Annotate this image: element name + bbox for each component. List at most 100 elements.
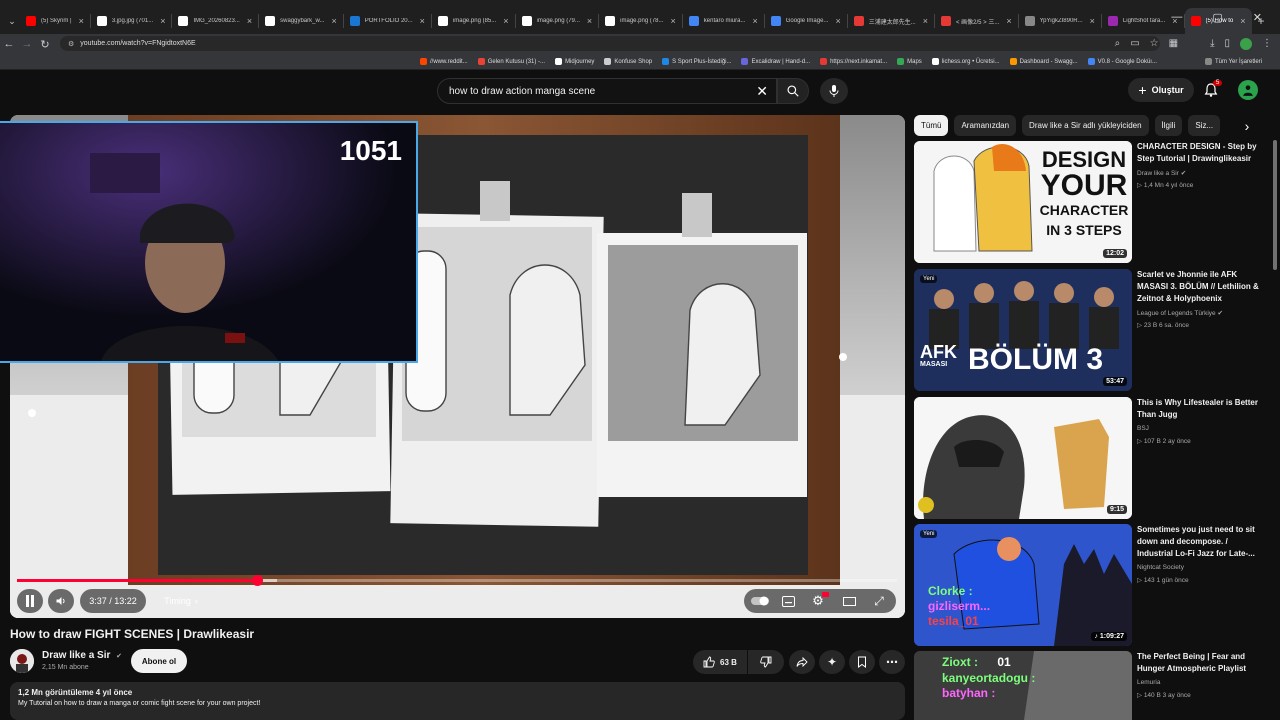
browser-tab[interactable]: 三浦建太郎先生... × bbox=[848, 8, 934, 34]
filter-chip[interactable]: Tümü bbox=[914, 115, 949, 136]
tab-favicon-icon bbox=[26, 16, 36, 26]
close-window-icon[interactable]: ✕ bbox=[1253, 11, 1262, 24]
dislike-button[interactable] bbox=[748, 650, 784, 674]
bookmark-item[interactable]: //www.reddit... bbox=[420, 58, 468, 65]
browser-tab[interactable]: PORTFOLIO 20... × bbox=[344, 8, 431, 34]
cast-icon[interactable]: ▭ bbox=[1130, 38, 1139, 49]
filter-chip[interactable]: Aramanızdan bbox=[954, 115, 1017, 136]
browser-tab[interactable]: Google Image... × bbox=[765, 8, 847, 34]
browser-tab[interactable]: (5) Skyrim | × bbox=[20, 8, 90, 34]
tab-title: image.png (85... bbox=[452, 18, 497, 24]
download-icon[interactable]: ⤓ bbox=[1210, 38, 1214, 49]
tab-close-icon[interactable]: × bbox=[752, 16, 757, 26]
recommendation-item[interactable]: Zioxt : 01 kanyeortadogu : batyhan : The… bbox=[914, 651, 1264, 720]
tab-close-icon[interactable]: × bbox=[331, 16, 336, 26]
tab-title: IMG_20260823... bbox=[193, 18, 240, 24]
autoplay-toggle[interactable] bbox=[749, 589, 771, 613]
create-button[interactable]: + Oluştur bbox=[1128, 78, 1194, 102]
browser-tab[interactable]: YpYigkZI890R... × bbox=[1019, 8, 1101, 34]
bookmark-item[interactable]: Dashboard - Swagg... bbox=[1009, 58, 1078, 65]
ask-ai-button[interactable]: ✦ bbox=[819, 650, 845, 674]
filter-chip[interactable]: Siz... bbox=[1188, 115, 1221, 136]
meta-text: 143 1 gün önce bbox=[1143, 577, 1189, 584]
sidebar-toggle-icon[interactable]: ▯ bbox=[1224, 38, 1230, 49]
maximize-icon[interactable]: ▢ bbox=[1212, 11, 1222, 24]
description-box[interactable]: 1,2 Mn görüntüleme 4 yıl önce My Tutoria… bbox=[10, 682, 905, 720]
tab-close-icon[interactable]: × bbox=[247, 16, 252, 26]
browser-tab[interactable]: swaggybark_w... × bbox=[259, 8, 343, 34]
browser-tab[interactable]: IMG_20260823... × bbox=[172, 8, 258, 34]
chips-next-button[interactable]: › bbox=[1238, 115, 1256, 136]
reload-icon[interactable]: ↻ bbox=[36, 38, 54, 51]
subtitles-icon bbox=[781, 595, 795, 607]
profile-icon[interactable] bbox=[1240, 37, 1252, 50]
site-info-icon[interactable]: ⚙ bbox=[68, 40, 74, 48]
bookmark-item[interactable]: Excalidraw | Hand-d... bbox=[741, 58, 810, 65]
chevron-right-icon: › bbox=[1244, 117, 1250, 134]
tab-close-icon[interactable]: × bbox=[923, 16, 928, 26]
minimize-icon[interactable]: — bbox=[1171, 11, 1182, 23]
settings-button[interactable]: ⚙ bbox=[807, 589, 829, 613]
progress-bar[interactable] bbox=[17, 579, 897, 582]
recommendation-item[interactable]: Clorke : gizliserm... tesila_01 Yeni ♪ 1… bbox=[914, 524, 1264, 646]
tab-search-icon[interactable]: ⌄ bbox=[4, 16, 20, 27]
recommendation-item[interactable]: 9:15 This is Why Lifestealer is Better T… bbox=[914, 397, 1264, 519]
bookmark-star-icon[interactable]: ☆ bbox=[1150, 38, 1159, 49]
more-actions-button[interactable]: ⋯ bbox=[879, 650, 905, 674]
filter-chip[interactable]: Draw like a Sir adlı yükleyiciden bbox=[1022, 115, 1149, 136]
tab-favicon-icon bbox=[1024, 16, 1035, 26]
tab-close-icon[interactable]: × bbox=[160, 16, 165, 26]
bookmark-item[interactable]: Konfuse Shop bbox=[604, 58, 652, 65]
channel-avatar[interactable] bbox=[10, 649, 34, 673]
tab-close-icon[interactable]: × bbox=[503, 16, 508, 26]
menu-icon[interactable]: ⋮ bbox=[1262, 38, 1272, 49]
recommendation-item[interactable]: DESIGN YOUR CHARACTER IN 3 STEPS 12:02 C… bbox=[914, 141, 1264, 263]
tab-close-icon[interactable]: × bbox=[420, 16, 425, 26]
extensions-icon[interactable]: ▦ bbox=[1169, 38, 1178, 49]
tab-close-icon[interactable]: × bbox=[671, 16, 676, 26]
volume-button[interactable] bbox=[48, 589, 74, 613]
tab-close-icon[interactable]: × bbox=[587, 16, 592, 26]
tab-close-icon[interactable]: × bbox=[835, 16, 840, 26]
bookmark-item[interactable]: Maps bbox=[897, 58, 922, 65]
tab-close-icon[interactable]: × bbox=[79, 16, 84, 26]
forward-icon[interactable]: → bbox=[18, 38, 36, 50]
all-bookmarks[interactable]: Tüm Yer İşaretleri bbox=[1204, 58, 1262, 65]
browser-tab[interactable]: image.png (85... × bbox=[432, 8, 515, 34]
theater-mode-button[interactable] bbox=[838, 589, 860, 613]
chapter-button[interactable]: Timing › bbox=[152, 589, 210, 613]
browser-tab[interactable]: 3.jpg.jpg (701... × bbox=[91, 8, 172, 34]
fullscreen-button[interactable]: ⤢ bbox=[868, 589, 890, 613]
filter-chip[interactable]: İlgili bbox=[1154, 115, 1183, 136]
bookmark-item[interactable]: V0.8 - Google Doküı... bbox=[1087, 58, 1157, 65]
browser-tab[interactable]: image.png (79... × bbox=[516, 8, 599, 34]
search-button[interactable] bbox=[777, 78, 809, 104]
clear-search-icon[interactable]: ✕ bbox=[756, 83, 768, 100]
address-bar[interactable]: ⚙ youtube.com/watch?v=FNgidtoxtN6E bbox=[60, 36, 1160, 51]
voice-search-button[interactable] bbox=[820, 78, 848, 104]
search-input[interactable]: how to draw action manga scene ✕ bbox=[437, 78, 777, 104]
share-button[interactable] bbox=[789, 650, 815, 674]
subscribe-button[interactable]: Abone ol bbox=[131, 649, 187, 673]
browser-tab[interactable]: kentaro miura... × bbox=[683, 8, 764, 34]
like-button[interactable]: 63 B bbox=[693, 650, 747, 674]
bookmark-item[interactable]: S Sport Plus-İstediği... bbox=[662, 58, 731, 65]
channel-name[interactable]: Draw like a Sir ✔ bbox=[42, 650, 122, 661]
tab-close-icon[interactable]: × bbox=[1090, 16, 1095, 26]
page-scrollbar[interactable] bbox=[1273, 140, 1277, 270]
tab-title: kentaro miura... bbox=[703, 18, 746, 24]
bookmark-item[interactable]: Midjourney bbox=[555, 58, 594, 65]
play-pause-button[interactable] bbox=[17, 589, 43, 613]
tab-close-icon[interactable]: × bbox=[1006, 16, 1011, 26]
recommendation-item[interactable]: AFK MASASI BÖLÜM 3 Yeni 53:47 Scarlet ve… bbox=[914, 269, 1264, 391]
zoom-icon[interactable]: ⌕ bbox=[1115, 38, 1121, 49]
browser-tab[interactable]: < 画像2/5 > 三... × bbox=[935, 8, 1018, 34]
save-button[interactable] bbox=[849, 650, 875, 674]
subtitles-button[interactable] bbox=[777, 589, 799, 613]
bookmark-item[interactable]: Gelen Kutusu (31) -... bbox=[477, 58, 545, 65]
browser-tab[interactable]: image.png (78... × bbox=[599, 8, 682, 34]
back-icon[interactable]: ← bbox=[0, 38, 18, 50]
bookmark-item[interactable]: lichess.org • Ücretsi... bbox=[931, 58, 1000, 65]
user-avatar[interactable] bbox=[1238, 80, 1258, 100]
bookmark-item[interactable]: https://next.inkamat... bbox=[820, 58, 887, 65]
